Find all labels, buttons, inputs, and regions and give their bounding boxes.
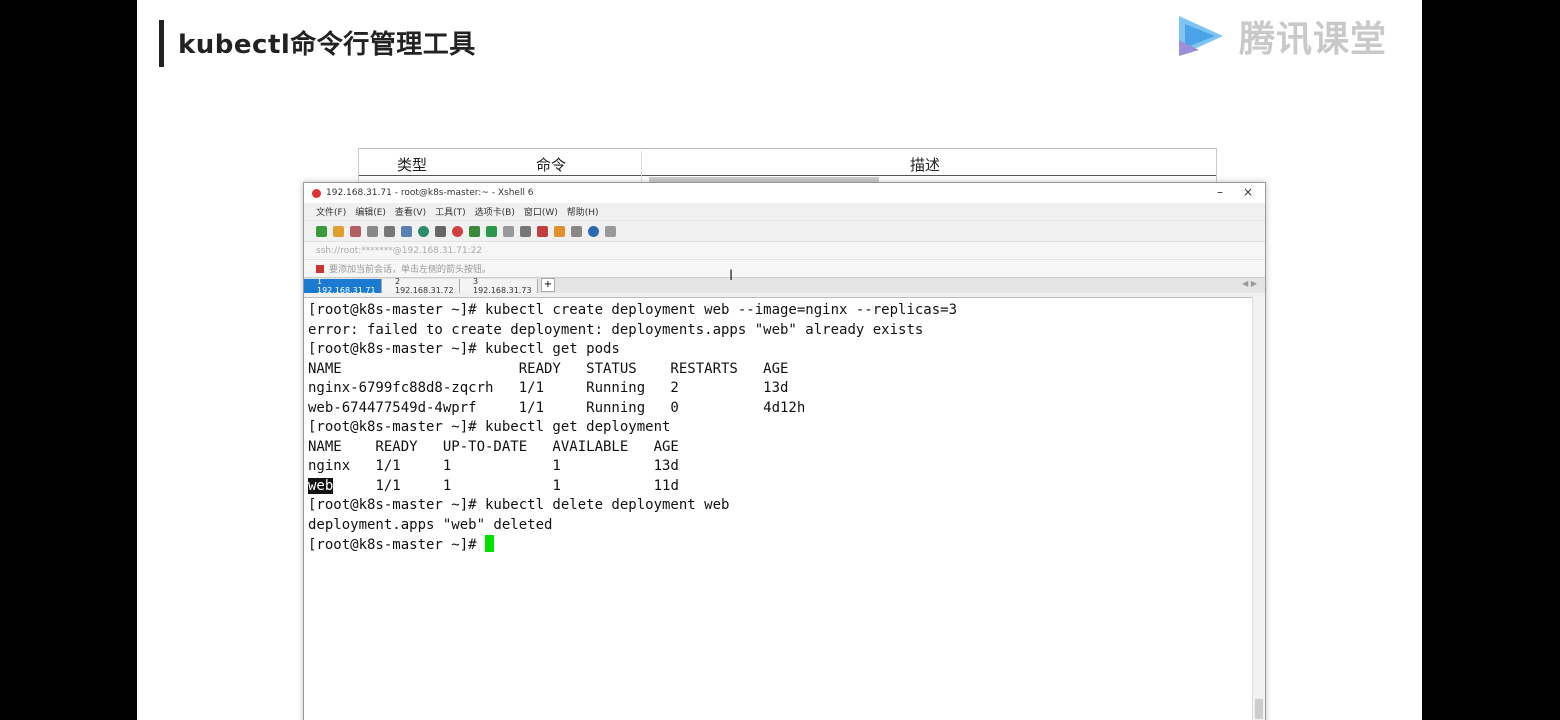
terminal-line: NAME READY UP-TO-DATE AVAILABLE AGE <box>308 438 679 455</box>
terminal-line: nginx-6799fc88d8-zqcrh 1/1 Running 2 13d <box>308 380 789 396</box>
pen-icon[interactable] <box>537 225 548 237</box>
tab-label: 1 192.168.31.71 <box>317 277 376 295</box>
title-accent-bar <box>159 20 164 67</box>
hint-bar: 要添加当前会话，单击左侧的箭头按钮。 <box>304 259 1265 277</box>
address-bar[interactable]: ssh://root:*******@192.168.31.71:22 <box>304 241 1265 259</box>
menu-file[interactable]: 文件(F) <box>316 205 346 218</box>
tab-session-2[interactable]: 2 192.168.31.72 <box>382 277 460 295</box>
bookmark-icon <box>316 264 324 273</box>
menu-tab[interactable]: 选项卡(B) <box>475 205 515 218</box>
fullscreen-icon[interactable] <box>486 225 497 237</box>
scrollbar-thumb[interactable] <box>1255 699 1263 719</box>
properties-icon[interactable] <box>367 225 378 237</box>
add-tab-button[interactable]: + <box>541 278 555 292</box>
tab-label: 3 192.168.31.73 <box>473 277 532 295</box>
transfer-icon[interactable] <box>554 225 565 237</box>
close-button[interactable]: × <box>1243 185 1253 199</box>
table-header-row: 类型 命令 描述 <box>359 151 1216 176</box>
xshell-app-icon <box>312 188 321 198</box>
globe-icon[interactable] <box>418 225 429 237</box>
xshell-window[interactable]: 192.168.31.71 - root@k8s-master:~ - Xshe… <box>303 182 1266 720</box>
layout-icon[interactable] <box>571 225 582 237</box>
window-controls: – × <box>1217 185 1253 199</box>
terminal-line: NAME READY STATUS RESTARTS AGE <box>308 360 789 377</box>
tab-session-3[interactable]: 3 192.168.31.73 <box>460 277 538 295</box>
presentation-slide: kubectl命令行管理工具 腾讯课堂 类型 命令 描述 192.168.31.… <box>137 0 1422 720</box>
keyboard-icon[interactable] <box>520 225 531 237</box>
hint-text: 要添加当前会话，单击左侧的箭头按钮。 <box>329 265 492 275</box>
terminal-line: nginx 1/1 1 1 13d <box>308 458 679 474</box>
tencent-classroom-logo: 腾讯课堂 <box>1171 10 1387 62</box>
session-address[interactable]: ssh://root:*******@192.168.31.71:22 <box>316 246 482 256</box>
header-description: 描述 <box>910 156 941 174</box>
header-command: 命令 <box>536 156 567 174</box>
terminal-line-rest: 1/1 1 1 11d <box>333 477 679 494</box>
find-icon[interactable] <box>384 225 395 237</box>
terminal-line: deployment.apps "web" deleted <box>308 516 553 533</box>
menu-view[interactable]: 查看(V) <box>395 205 426 218</box>
session-tab-bar: 1 192.168.31.71 2 192.168.31.72 3 192.16… <box>304 277 1265 295</box>
window-title: 192.168.31.71 - root@k8s-master:~ - Xshe… <box>326 188 534 198</box>
minimize-button[interactable]: – <box>1217 185 1223 199</box>
menu-tools[interactable]: 工具(T) <box>435 205 466 218</box>
font-icon[interactable] <box>435 225 446 237</box>
tab-label: 2 192.168.31.72 <box>395 277 454 295</box>
header-type: 类型 <box>397 156 428 174</box>
terminal-line: [root@k8s-master ~]# kubectl get deploym… <box>308 419 671 435</box>
selected-text: web <box>308 477 334 494</box>
xftp-icon[interactable] <box>452 225 463 237</box>
play-icon <box>1179 16 1223 56</box>
chat-icon[interactable] <box>605 225 616 237</box>
window-titlebar[interactable]: 192.168.31.71 - root@k8s-master:~ - Xshe… <box>304 183 1265 203</box>
terminal-line: [root@k8s-master ~]# kubectl delete depl… <box>308 497 730 513</box>
tab-session-1[interactable]: 1 192.168.31.71 <box>304 277 382 295</box>
new-session-icon[interactable] <box>316 225 327 237</box>
terminal-line: error: failed to create deployment: depl… <box>308 321 924 338</box>
logo-text: 腾讯课堂 <box>1239 19 1388 60</box>
terminal-output: [root@k8s-master ~]# kubectl create depl… <box>308 301 957 556</box>
open-folder-icon[interactable] <box>333 225 344 237</box>
shell-prompt: [root@k8s-master ~]# <box>308 537 486 553</box>
menu-edit[interactable]: 编辑(E) <box>355 205 386 218</box>
toolbar <box>304 220 1265 241</box>
script-icon[interactable] <box>469 225 480 237</box>
terminal-cursor <box>485 535 495 552</box>
disconnect-icon[interactable] <box>350 225 361 237</box>
menu-window[interactable]: 窗口(W) <box>524 205 558 218</box>
print-icon[interactable] <box>401 225 412 237</box>
terminal-line: [root@k8s-master ~]# kubectl create depl… <box>308 302 958 318</box>
vertical-scrollbar[interactable] <box>1252 297 1265 720</box>
menu-help[interactable]: 帮助(H) <box>567 205 599 218</box>
slide-title: kubectl命令行管理工具 <box>178 30 476 60</box>
tab-scroll-arrows[interactable]: ◀ ▶ <box>1242 279 1257 288</box>
terminal-area[interactable]: [root@k8s-master ~]# kubectl create depl… <box>304 297 1253 720</box>
lock-icon[interactable] <box>503 225 514 237</box>
terminal-line: [root@k8s-master ~]# kubectl get pods <box>308 341 620 357</box>
text-cursor-icon: I <box>729 268 734 284</box>
menu-bar: 文件(F) 编辑(E) 查看(V) 工具(T) 选项卡(B) 窗口(W) 帮助(… <box>304 203 1265 220</box>
help-icon[interactable] <box>588 225 599 237</box>
terminal-line: web-674477549d-4wprf 1/1 Running 0 4d12h <box>308 399 806 416</box>
